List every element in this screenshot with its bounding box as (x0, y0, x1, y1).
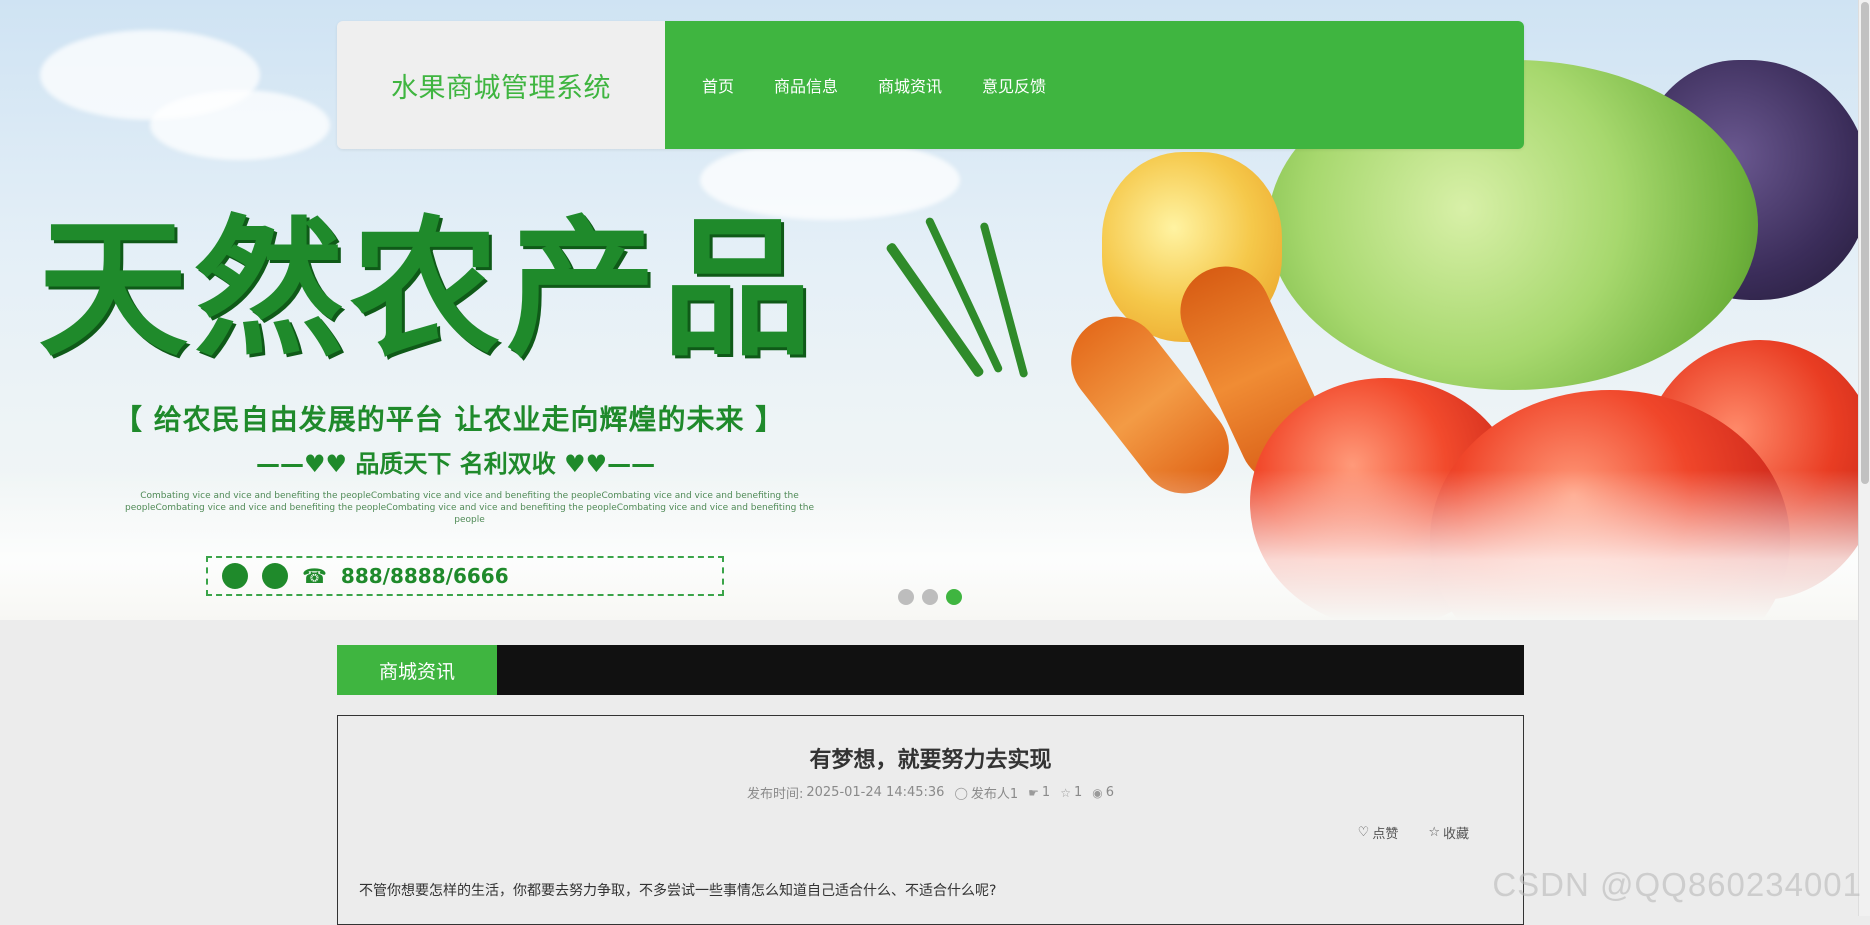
wechat-icon (222, 563, 248, 589)
weibo-icon (262, 563, 288, 589)
likes-group: ☛ 1 (1028, 785, 1050, 800)
site-header: 水果商城管理系统 首页 商品信息 商城资讯 意见反馈 (337, 21, 1524, 149)
main-nav: 首页 商品信息 商城资讯 意见反馈 (665, 21, 1524, 149)
scrollbar-thumb[interactable] (1861, 2, 1869, 484)
carousel-dot-2[interactable] (922, 589, 938, 605)
banner-contact-box: ☎ 888/8888/6666 (206, 556, 724, 596)
site-title: 水果商城管理系统 (391, 66, 611, 105)
carousel-dot-1[interactable] (898, 589, 914, 605)
watermark: CSDN @QQ860234001 (1492, 866, 1862, 904)
nav-feedback[interactable]: 意见反馈 (982, 73, 1046, 97)
article-title: 有梦想，就要努力去实现 (338, 742, 1523, 774)
views-group: ◉ 6 (1092, 785, 1114, 800)
thumbs-up-icon: ☛ (1028, 786, 1039, 800)
page-scrollbar[interactable] (1858, 0, 1870, 916)
author-group: ◯ 发布人1 (954, 783, 1018, 802)
banner-sub-slogan: ——♥♥ 品质天下 名利双收 ♥♥—— (256, 444, 655, 479)
nav-products[interactable]: 商品信息 (774, 73, 838, 97)
nav-home[interactable]: 首页 (702, 73, 734, 97)
like-button[interactable]: ♡ 点赞 (1358, 823, 1399, 842)
carousel-indicators (898, 589, 962, 605)
news-article: 有梦想，就要努力去实现 发布时间: 2025-01-24 14:45:36 ◯ … (337, 715, 1524, 925)
favorite-label: 收藏 (1443, 823, 1469, 842)
views-count: 6 (1106, 785, 1114, 800)
favorites-group: ☆ 1 (1060, 785, 1082, 800)
favorite-button[interactable]: ☆ 收藏 (1428, 823, 1469, 842)
phone-icon: ☎ (302, 564, 327, 588)
section-title: 商城资讯 (337, 645, 497, 695)
banner-phone: 888/8888/6666 (341, 564, 509, 588)
favorites-count: 1 (1074, 785, 1082, 800)
publish-time-label: 发布时间: (747, 783, 803, 802)
carousel-dot-3[interactable] (946, 589, 962, 605)
section-title-bar: 商城资讯 (337, 645, 1524, 695)
likes-count: 1 (1042, 785, 1050, 800)
article-body: 不管你想要怎样的生活，你都要去努力争取，不多尝试一些事情怎么知道自己适合什么、不… (359, 880, 996, 900)
like-label: 点赞 (1372, 823, 1398, 842)
cloud-decoration (150, 90, 330, 160)
nav-news[interactable]: 商城资讯 (878, 73, 942, 97)
eye-icon: ◉ (1092, 786, 1102, 800)
article-actions: ♡ 点赞 ☆ 收藏 (1358, 823, 1469, 842)
heart-icon: ♡ (1358, 825, 1370, 840)
brand-area: 水果商城管理系统 (337, 21, 665, 149)
banner-headline: 天然农产品 (38, 205, 818, 375)
star-icon: ☆ (1060, 786, 1071, 800)
star-icon: ☆ (1428, 825, 1440, 840)
article-meta: 发布时间: 2025-01-24 14:45:36 ◯ 发布人1 ☛ 1 ☆ 1… (338, 783, 1523, 802)
banner-slogan: 【 给农民自由发展的平台 让农业走向辉煌的未来 】 (114, 398, 784, 438)
author-name: 发布人1 (971, 783, 1018, 802)
user-icon: ◯ (954, 786, 967, 800)
banner-fine-print: Combating vice and vice and benefiting t… (112, 490, 827, 526)
publish-time-group: 发布时间: 2025-01-24 14:45:36 (747, 783, 944, 802)
publish-time: 2025-01-24 14:45:36 (806, 785, 944, 800)
